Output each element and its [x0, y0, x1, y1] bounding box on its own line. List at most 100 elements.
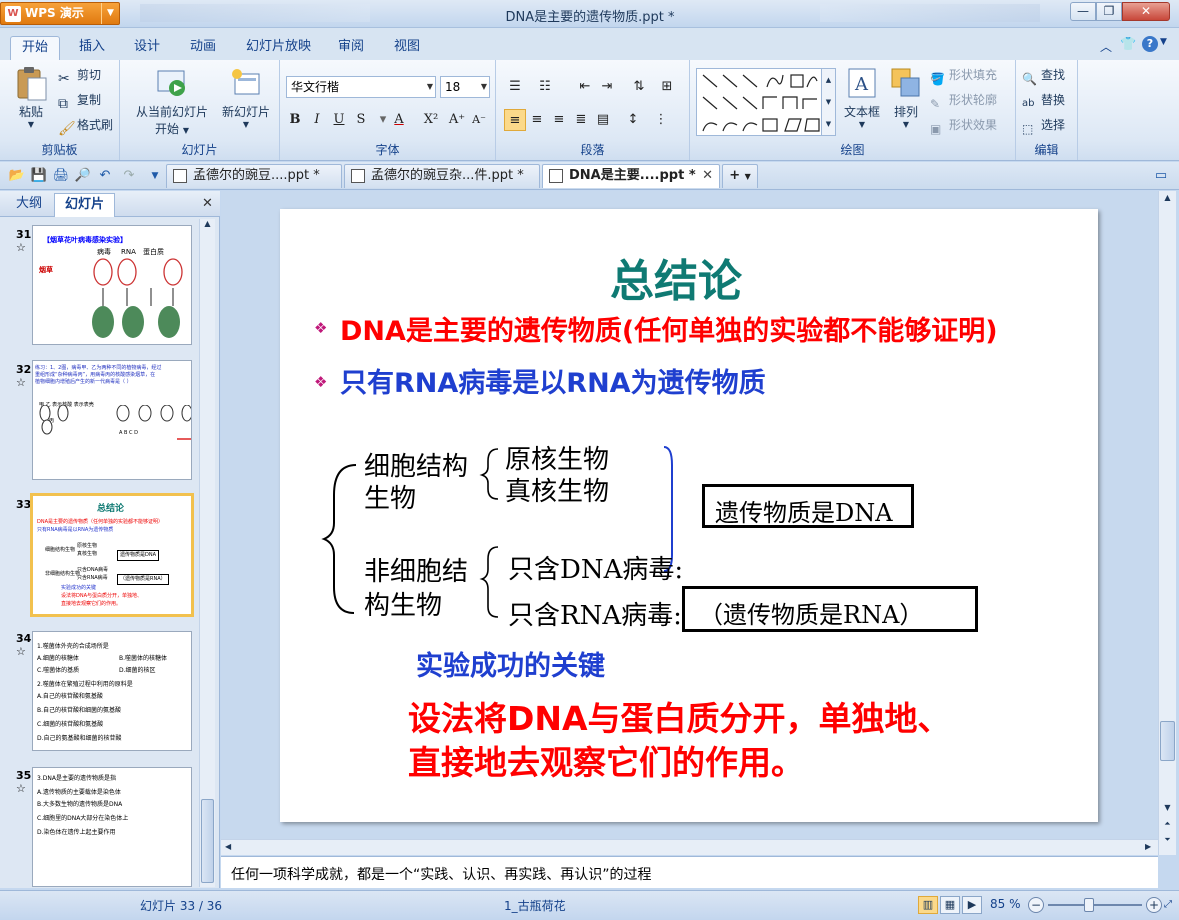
customize-qat-icon[interactable]: ▼: [146, 167, 164, 185]
new-tab-button[interactable]: + ▼: [722, 164, 758, 188]
align-left-button[interactable]: ≡: [504, 109, 526, 131]
justify-button[interactable]: ≣: [570, 109, 592, 131]
slide-thumbnail[interactable]: 练习：1、2图，病毒甲、乙为两种不同的植物病毒，经过 重组形成“杂种病毒丙”，用…: [32, 360, 192, 480]
tab-outline[interactable]: 大纲: [6, 193, 52, 217]
slide[interactable]: 总结论 ❖ DNA是主要的遗传物质(任何单独的实验都不能够证明) ❖ 只有RNA…: [280, 209, 1098, 822]
next-slide-icon[interactable]: ⏷: [1161, 835, 1174, 845]
canvas-horizontal-scrollbar[interactable]: ◀ ▶: [221, 839, 1158, 855]
shape-effect-button[interactable]: ▣ 形状效果: [930, 114, 997, 136]
canvas-vertical-scrollbar[interactable]: ▲ ▼ ⏶ ⏷: [1158, 191, 1176, 855]
undo-icon[interactable]: ↶: [96, 167, 114, 185]
align-right-button[interactable]: ≡: [548, 109, 570, 131]
bullets-button[interactable]: ☰: [504, 76, 526, 98]
tab-design[interactable]: 设计: [123, 36, 171, 62]
slide-thumbnail[interactable]: 【烟草花叶病毒感染实验】 病毒 RNA 蛋白质 烟草: [32, 225, 192, 345]
shrink-font-button[interactable]: A⁻: [468, 109, 490, 131]
slide-thumbnail-selected[interactable]: 总结论 DNA是主要的遗传物质（任何单独的实验都不能够证明） 只有RNA病毒是以…: [30, 493, 194, 617]
previous-slide-icon[interactable]: ⏶: [1161, 819, 1174, 829]
tab-animation[interactable]: 动画: [179, 36, 227, 62]
chevron-left-icon[interactable]: ◀: [225, 842, 231, 851]
arrange-button[interactable]: 排列 ▼: [886, 66, 926, 129]
grow-font-button[interactable]: A⁺: [446, 109, 468, 131]
columns-button[interactable]: ⋮: [650, 109, 672, 131]
redo-icon[interactable]: ↷: [120, 167, 138, 185]
align-center-button[interactable]: ≡: [526, 109, 548, 131]
shape-fill-button[interactable]: 🪣 形状填充: [930, 64, 997, 86]
print-preview-icon[interactable]: 🔎: [74, 167, 92, 185]
shapes-gallery[interactable]: ▲ ▼ ▼: [696, 68, 836, 136]
line-spacing-button[interactable]: ↕: [622, 109, 644, 131]
panel-scrollbar[interactable]: ▲: [199, 219, 215, 887]
thumb-text: （遗传物质是RNA）: [117, 574, 169, 585]
text-direction-button[interactable]: ⇅: [628, 76, 650, 98]
tab-view[interactable]: 视图: [383, 36, 431, 62]
tab-review[interactable]: 审阅: [327, 36, 375, 62]
shape-outline-button[interactable]: ✎ 形状轮廓: [930, 89, 997, 111]
scroll-thumb[interactable]: [201, 799, 214, 883]
cut-button[interactable]: ✂ 剪切: [58, 64, 101, 87]
increase-indent-button[interactable]: ⇥: [596, 76, 618, 98]
replace-button[interactable]: ab 替换: [1022, 89, 1065, 111]
slide-thumbnail[interactable]: 3.DNA是主要的遗传物质是指 A.遗传物质的主要载体是染色体 B.大多数生物的…: [32, 767, 192, 887]
distribute-button[interactable]: ▤: [592, 109, 614, 131]
collapse-ribbon-icon[interactable]: ︿: [1100, 38, 1112, 55]
numbering-button[interactable]: ☷: [534, 76, 556, 98]
align-text-button[interactable]: ⊞: [656, 76, 678, 98]
zoom-slider[interactable]: [1048, 898, 1142, 912]
thumb-text: 烟草: [39, 266, 53, 274]
scroll-thumb[interactable]: [1160, 721, 1175, 761]
shadow-button[interactable]: S: [350, 109, 372, 131]
font-color-button[interactable]: A: [388, 109, 410, 131]
decrease-indent-button[interactable]: ⇤: [574, 76, 596, 98]
save-icon[interactable]: 💾: [30, 167, 48, 185]
paste-button[interactable]: 粘贴 ▼: [8, 66, 54, 129]
app-menu-button[interactable]: W WPS 演示 ▼: [0, 2, 120, 25]
superscript-button[interactable]: X²: [420, 109, 442, 131]
close-icon[interactable]: ✕: [702, 165, 713, 187]
select-button[interactable]: ⬚ 选择: [1022, 114, 1065, 136]
normal-view-icon[interactable]: ▥: [918, 896, 938, 914]
close-icon[interactable]: ✕: [202, 196, 213, 211]
zoom-out-icon[interactable]: −: [1028, 897, 1044, 913]
slide-thumbnail[interactable]: 1.噬菌体外壳的合成场所是 A.细菌的核糖体 B.噬菌体的核糖体 C.噬菌体的基…: [32, 631, 192, 751]
play-from-current-button[interactable]: 从当前幻灯片 开始 ▼: [126, 66, 218, 137]
format-painter-button[interactable]: 🖌格式刷: [58, 114, 113, 137]
doc-tab[interactable]: 孟德尔的豌豆杂...件.ppt *: [344, 164, 540, 188]
font-size-select[interactable]: 18 ▼: [440, 76, 490, 98]
tab-slideshow[interactable]: 幻灯片放映: [235, 36, 322, 62]
close-button[interactable]: ✕: [1122, 2, 1170, 21]
thumb-text: RNA: [121, 248, 136, 256]
fit-window-icon[interactable]: ⤢: [1164, 899, 1172, 910]
find-button[interactable]: 🔍 查找: [1022, 64, 1065, 86]
chevron-down-icon[interactable]: ▼: [1161, 803, 1174, 812]
print-icon[interactable]: 🖨: [52, 167, 70, 185]
new-slide-button[interactable]: 新幻灯片 ▼: [216, 66, 276, 129]
italic-button[interactable]: I: [306, 109, 328, 131]
zoom-in-icon[interactable]: +: [1146, 897, 1162, 913]
textbox-button[interactable]: A 文本框 ▼: [840, 66, 884, 129]
restore-window-icon[interactable]: ▭: [1152, 167, 1170, 185]
open-folder-icon[interactable]: 📂: [8, 167, 26, 185]
bold-button[interactable]: B: [284, 109, 306, 131]
underline-button[interactable]: U: [328, 109, 350, 131]
maximize-button[interactable]: ❐: [1096, 2, 1122, 21]
chevron-right-icon[interactable]: ▶: [1145, 842, 1151, 851]
slideshow-view-icon[interactable]: ▶: [962, 896, 982, 914]
copy-button[interactable]: ⧉ 复制: [58, 89, 101, 112]
zoom-slider-thumb[interactable]: [1083, 898, 1094, 912]
skin-icon[interactable]: 👕: [1120, 37, 1136, 52]
slide-sorter-view-icon[interactable]: ▦: [940, 896, 960, 914]
tab-home[interactable]: 开始: [10, 36, 61, 62]
chevron-up-icon[interactable]: ▲: [201, 219, 214, 233]
help-icon[interactable]: ?: [1142, 36, 1158, 52]
tab-insert[interactable]: 插入: [68, 36, 116, 62]
font-family-select[interactable]: 华文行楷 ▼: [286, 76, 436, 98]
gallery-scroll[interactable]: ▲ ▼ ▼: [821, 69, 835, 135]
doc-tab-active[interactable]: DNA是主要....ppt * ✕: [542, 164, 720, 188]
doc-tab[interactable]: 孟德尔的豌豆....ppt *: [166, 164, 342, 188]
chevron-up-icon[interactable]: ▲: [1161, 193, 1174, 202]
chevron-down-icon[interactable]: ▼: [1160, 37, 1167, 47]
notes-pane[interactable]: 任何一项科学成就，都是一个“实践、认识、再实践、再认识”的过程: [221, 856, 1158, 888]
tab-slides[interactable]: 幻灯片: [54, 193, 116, 217]
minimize-button[interactable]: —: [1070, 2, 1096, 21]
